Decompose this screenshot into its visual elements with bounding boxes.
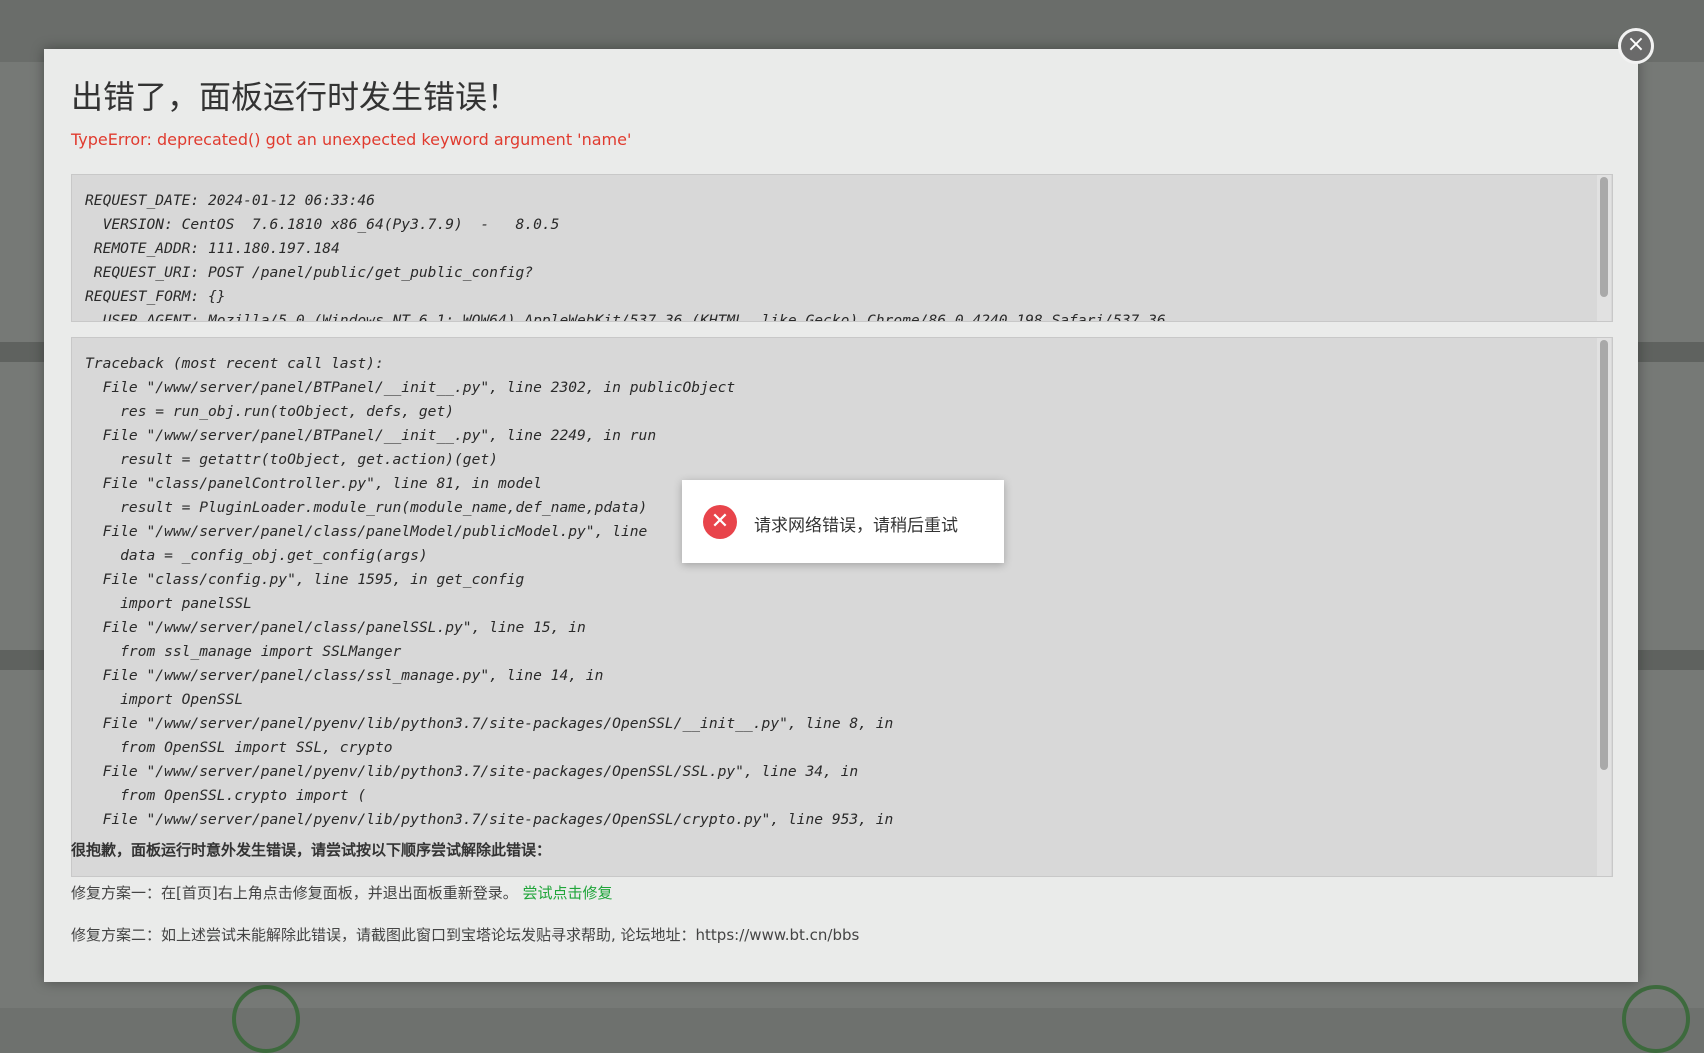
- traceback-line: File "/www/server/panel/BTPanel/__init__…: [85, 427, 657, 444]
- traceback-line: res = run_obj.run(toObject, defs, get): [85, 403, 455, 420]
- error-message: TypeError: deprecated() got an unexpecte…: [71, 130, 632, 149]
- traceback-line: from ssl_manage import SSLManger: [85, 643, 402, 660]
- traceback-line: File "/www/server/panel/pyenv/lib/python…: [85, 763, 859, 780]
- request-info-box[interactable]: REQUEST_DATE: 2024-01-12 06:33:46 VERSIO…: [71, 174, 1613, 322]
- traceback-line: File "/www/server/panel/pyenv/lib/python…: [85, 811, 894, 828]
- background-gauge: [232, 985, 300, 1053]
- traceback-line: result = getattr(toObject, get.action)(g…: [85, 451, 498, 468]
- error-toast: ✕ 请求网络错误，请稍后重试: [682, 480, 1004, 563]
- traceback-scrollbar[interactable]: [1597, 338, 1611, 876]
- traceback-line: File "/www/server/panel/class/panelSSL.p…: [85, 619, 586, 636]
- try-repair-link[interactable]: 尝试点击修复: [523, 884, 613, 902]
- help-heading: 很抱歉，面板运行时意外发生错误，请尝试按以下顺序尝试解除此错误：: [71, 841, 552, 859]
- request-info-line: REQUEST_FORM: {}: [85, 288, 226, 305]
- request-info-line: REMOTE_ADDR: 111.180.197.184: [85, 240, 340, 257]
- traceback-box[interactable]: Traceback (most recent call last): File …: [71, 337, 1613, 877]
- error-icon: ✕: [703, 505, 737, 539]
- request-info-line: VERSION: CentOS 7.6.1810 x86_64(Py3.7.9)…: [85, 216, 560, 233]
- traceback-line: File "class/config.py", line 1595, in ge…: [85, 571, 525, 588]
- toast-message: 请求网络错误，请稍后重试: [754, 516, 958, 536]
- request-info-scrollbar[interactable]: [1597, 175, 1611, 321]
- request-info-line: REQUEST_URI: POST /panel/public/get_publ…: [85, 264, 534, 281]
- traceback-text: Traceback (most recent call last): File …: [72, 338, 1612, 832]
- request-info-line: REQUEST_DATE: 2024-01-12 06:33:46: [85, 192, 375, 209]
- fix-option-two: 修复方案二：如上述尝试未能解除此错误，请截图此窗口到宝塔论坛发贴寻求帮助, 论坛…: [71, 926, 860, 944]
- traceback-line: import panelSSL: [85, 595, 252, 612]
- fix-option-one-text: 修复方案一：在[首页]右上角点击修复面板，并退出面板重新登录。: [71, 884, 518, 902]
- scrollbar-thumb[interactable]: [1600, 340, 1608, 770]
- traceback-line: File "/www/server/panel/pyenv/lib/python…: [85, 715, 894, 732]
- request-info-line: USER_AGENT: Mozilla/5.0 (Windows NT 6.1;…: [85, 312, 1166, 322]
- traceback-line: import OpenSSL: [85, 691, 244, 708]
- fix-option-one: 修复方案一：在[首页]右上角点击修复面板，并退出面板重新登录。 尝试点击修复: [71, 882, 613, 903]
- background-gauge: [1622, 985, 1690, 1053]
- request-info-text: REQUEST_DATE: 2024-01-12 06:33:46 VERSIO…: [72, 175, 1612, 322]
- traceback-line: from OpenSSL import SSL, crypto: [85, 739, 393, 756]
- traceback-line: Traceback (most recent call last):: [85, 355, 384, 372]
- dialog-title: 出错了，面板运行时发生错误！: [71, 78, 520, 116]
- traceback-line: File "/www/server/panel/class/ssl_manage…: [85, 667, 604, 684]
- scrollbar-thumb[interactable]: [1600, 177, 1608, 297]
- traceback-line: File "/www/server/panel/BTPanel/__init__…: [85, 379, 736, 396]
- traceback-line: from OpenSSL.crypto import (: [85, 787, 367, 804]
- close-icon[interactable]: ×: [1618, 28, 1654, 64]
